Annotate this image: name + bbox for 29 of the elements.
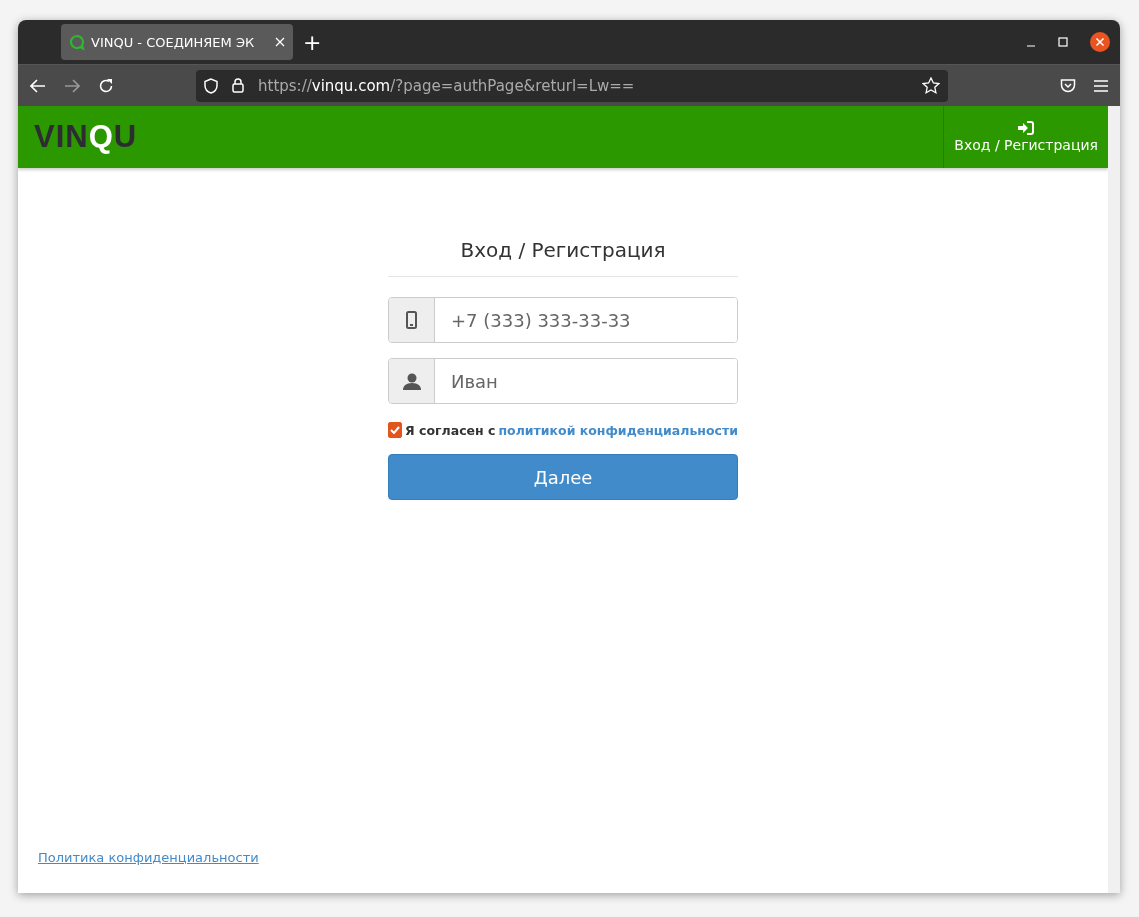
forward-arrow-icon[interactable] [64,78,80,93]
close-tab-icon[interactable] [275,37,285,47]
chat-bubble-icon [69,34,85,50]
input-field[interactable]: +7 (333) 333-33-33 [388,297,738,343]
url-text: https://vinqu.com/?page=authPage&returl=Lw== [258,76,636,95]
menu-icon[interactable] [1094,79,1108,92]
person-icon [402,372,421,390]
lock-icon [232,78,244,93]
browser-tab[interactable]: VINQU - СОЕДИНЯЕМ ЭК [61,24,293,60]
mobile-phone-icon [406,311,417,329]
close-window-icon[interactable] [1090,32,1110,52]
privacy-link[interactable]: политикой конфиденциальности [498,422,738,438]
reload-icon[interactable] [98,77,114,94]
maximize-icon[interactable] [1058,37,1068,47]
address-bar[interactable]: https://vinqu.com/?page=authPage&returl=Lw== [196,69,948,102]
back-arrow-icon[interactable] [30,78,46,93]
privacy-policy-link[interactable]: Политика конфиденциальности [38,850,259,865]
logo[interactable]: VINQU [18,106,138,168]
consent-label: Я согласен с [405,422,496,438]
new-tab-button[interactable]: + [303,29,322,55]
shield-icon [204,77,218,94]
tab-title: VINQU - СОЕДИНЯЕМ ЭК [91,34,256,50]
sign-in-icon [1018,121,1035,135]
next-button[interactable]: Далее [388,454,738,500]
star-icon[interactable] [922,77,940,94]
consent-checkbox[interactable] [388,422,403,438]
input-field[interactable]: Иван [388,358,738,404]
pocket-icon[interactable] [1060,78,1076,93]
form-title: Вход / Регистрация [388,238,738,277]
